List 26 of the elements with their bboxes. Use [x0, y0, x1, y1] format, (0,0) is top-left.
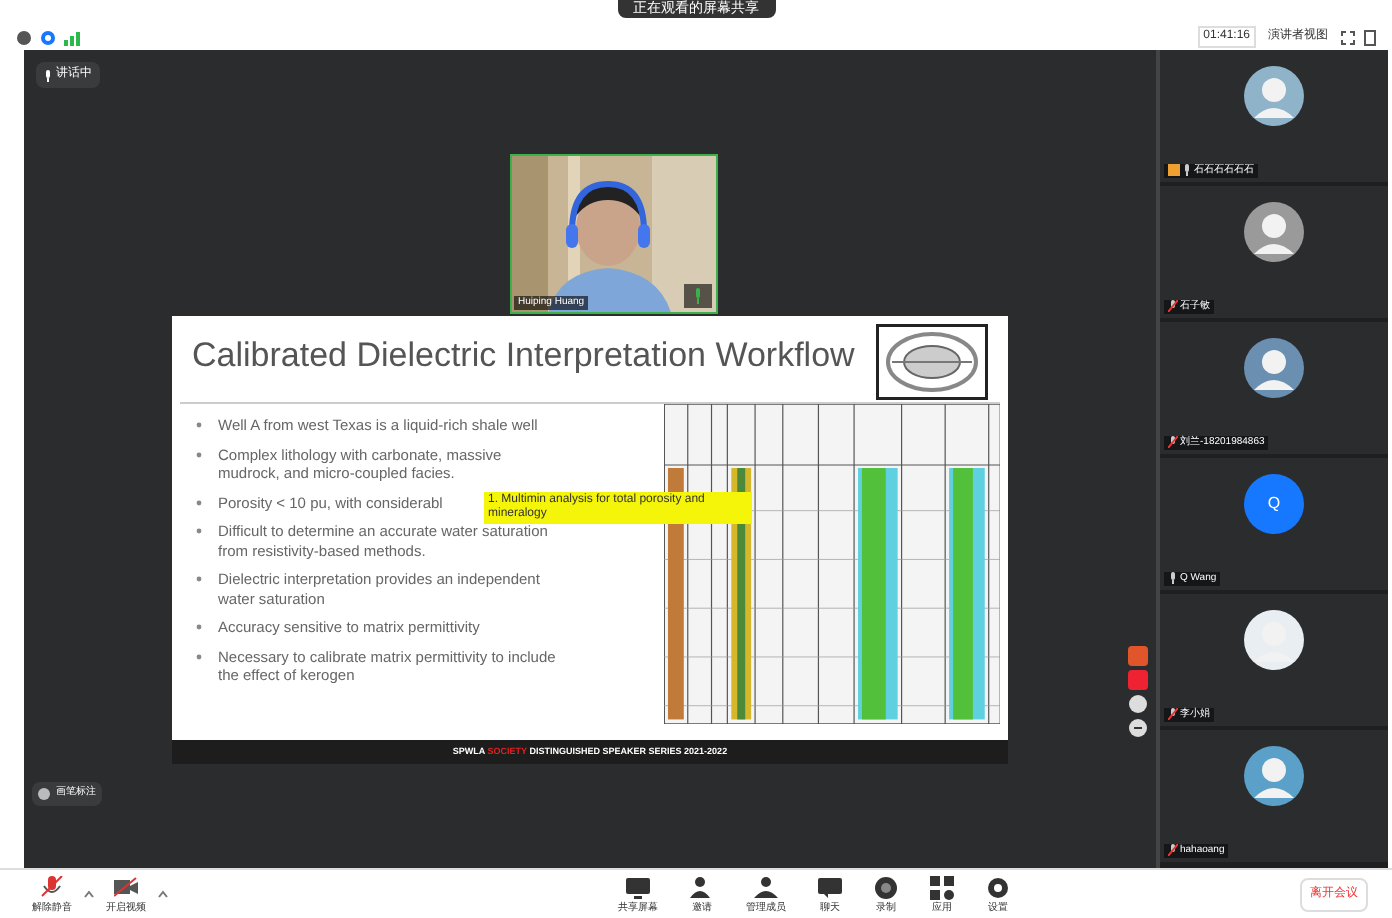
collapse-icon[interactable] [1128, 718, 1148, 738]
chat-icon [818, 875, 842, 899]
bullet-icon [196, 422, 202, 428]
mic-icon [40, 875, 64, 899]
settings-icon [986, 875, 1010, 899]
avatar: Q [1244, 474, 1304, 534]
fullscreen-icon[interactable] [1340, 29, 1356, 45]
window-icon[interactable] [1364, 29, 1376, 45]
mic-icon [44, 69, 52, 81]
bullet-icon [196, 499, 202, 505]
bullet-icon [196, 624, 202, 630]
bullet-icon [196, 576, 202, 582]
bullet-icon [196, 528, 202, 534]
slide-title: Calibrated Dielectric Interpretation Workflow [192, 336, 857, 376]
apps-icon [930, 875, 954, 899]
person-icon [690, 875, 714, 899]
caret-icon[interactable] [158, 890, 168, 898]
camera-icon [114, 875, 138, 899]
record-icon [874, 875, 898, 899]
signal-icon[interactable] [64, 29, 80, 45]
person-icon [754, 875, 778, 899]
monitor-icon [626, 875, 650, 899]
bullet-icon [196, 451, 202, 457]
caret-icon[interactable] [84, 890, 94, 898]
bullet-icon [196, 653, 202, 659]
pen-tool-icon[interactable] [1128, 646, 1148, 666]
